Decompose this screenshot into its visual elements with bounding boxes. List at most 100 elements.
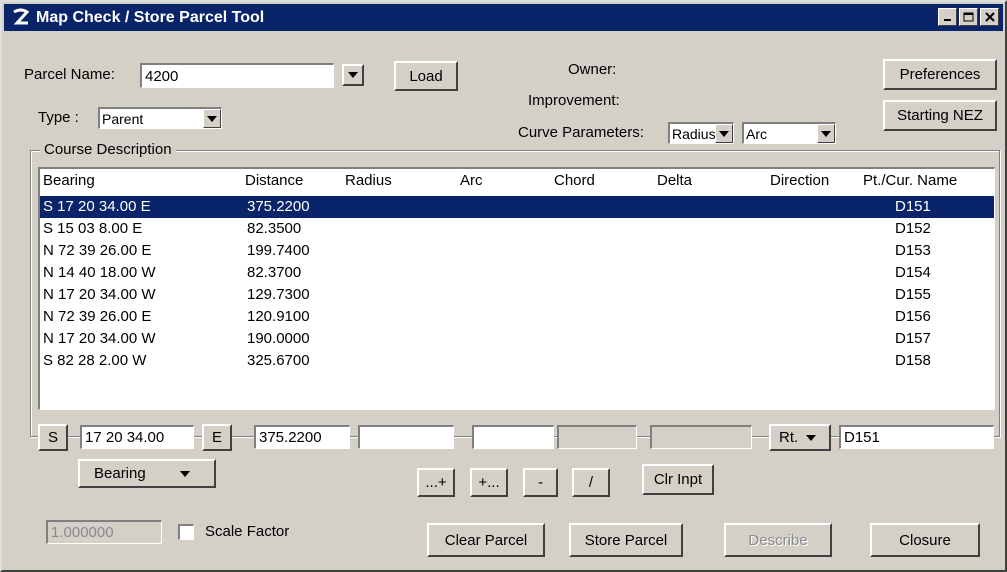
- point-name-input[interactable]: D151: [839, 425, 994, 449]
- row-distance: 375.2200: [247, 198, 310, 215]
- curve-param2-dropdown-button[interactable]: [817, 124, 835, 143]
- row-bearing: N 72 39 26.00 E: [43, 242, 152, 259]
- row-name: D153: [895, 242, 931, 259]
- column-header-arc[interactable]: Arc: [460, 172, 483, 189]
- row-bearing: S 17 20 34.00 E: [43, 198, 151, 215]
- ns-toggle-button[interactable]: S: [38, 424, 68, 451]
- column-header-chord[interactable]: Chord: [554, 172, 595, 189]
- starting-nez-button[interactable]: Starting NEZ: [883, 100, 997, 131]
- column-header-name[interactable]: Pt./Cur. Name: [863, 172, 957, 189]
- table-row[interactable]: S 17 20 34.00 E 375.2200 D151: [40, 196, 994, 218]
- type-label: Type :: [38, 109, 79, 126]
- scale-factor-label: Scale Factor: [205, 523, 290, 540]
- column-header-direction[interactable]: Direction: [770, 172, 829, 189]
- close-button[interactable]: [980, 8, 999, 26]
- delta-input: [650, 425, 752, 449]
- insert-before-button[interactable]: +...: [470, 468, 508, 497]
- row-name: D158: [895, 352, 931, 369]
- column-header-radius[interactable]: Radius: [345, 172, 392, 189]
- table-row[interactable]: N 17 20 34.00 W 129.7300 D155: [40, 284, 994, 306]
- ew-toggle-button[interactable]: E: [202, 424, 232, 451]
- bearing-mode-select[interactable]: Bearing: [78, 459, 216, 488]
- direction-select[interactable]: Rt.: [769, 424, 831, 451]
- type-select-value: Parent: [102, 110, 144, 127]
- row-bearing: N 17 20 34.00 W: [43, 330, 156, 347]
- table-row[interactable]: N 17 20 34.00 W 190.0000 D157: [40, 328, 994, 350]
- row-name: D152: [895, 220, 931, 237]
- course-list[interactable]: Bearing Distance Radius Arc Chord Delta …: [38, 167, 995, 410]
- row-name: D156: [895, 308, 931, 325]
- parcel-name-label: Parcel Name:: [24, 66, 115, 83]
- column-header-distance[interactable]: Distance: [245, 172, 303, 189]
- row-bearing: N 72 39 26.00 E: [43, 308, 152, 325]
- owner-label: Owner:: [568, 61, 617, 78]
- chevron-down-icon: [207, 115, 217, 122]
- app-logo-icon: [10, 7, 32, 29]
- scale-factor-input: 1.000000: [46, 520, 162, 544]
- row-bearing: S 15 03 8.00 E: [43, 220, 143, 237]
- curve-param1-dropdown-button[interactable]: [715, 124, 733, 143]
- table-row[interactable]: N 72 39 26.00 E 120.9100 D156: [40, 306, 994, 328]
- row-distance: 325.6700: [247, 352, 310, 369]
- close-icon: [984, 12, 995, 22]
- direction-value: Rt.: [779, 429, 799, 446]
- improvement-label: Improvement:: [528, 92, 620, 109]
- radius-input[interactable]: [358, 425, 454, 449]
- describe-button: Describe: [724, 523, 832, 557]
- row-bearing: N 14 40 18.00 W: [43, 264, 156, 281]
- type-dropdown-button[interactable]: [203, 109, 221, 128]
- row-name: D151: [895, 198, 931, 215]
- load-button[interactable]: Load: [394, 61, 458, 91]
- row-distance: 120.9100: [247, 308, 310, 325]
- parcel-name-input[interactable]: 4200: [140, 63, 334, 88]
- bearing-mode-value: Bearing: [94, 465, 146, 482]
- curve-param1-select[interactable]: Radius: [668, 122, 734, 144]
- column-header-delta[interactable]: Delta: [657, 172, 692, 189]
- closure-button[interactable]: Closure: [870, 523, 980, 557]
- row-name: D154: [895, 264, 931, 281]
- window-title: Map Check / Store Parcel Tool: [36, 8, 265, 26]
- chevron-down-icon: [719, 130, 729, 137]
- row-distance: 82.3700: [247, 264, 302, 281]
- maximize-button[interactable]: [959, 8, 978, 26]
- curve-param1-value: Radius: [672, 125, 715, 142]
- clear-parcel-button[interactable]: Clear Parcel: [427, 523, 545, 557]
- maximize-icon: [963, 12, 974, 22]
- curve-param2-value: Arc: [746, 125, 767, 142]
- parcel-name-dropdown-button[interactable]: [342, 64, 364, 86]
- chevron-down-icon: [179, 470, 190, 477]
- angle-input[interactable]: 17 20 34.00: [80, 425, 194, 449]
- curve-param2-select[interactable]: Arc: [742, 122, 836, 144]
- course-description-title: Course Description: [40, 141, 176, 158]
- delete-course-button[interactable]: -: [523, 468, 558, 497]
- table-row[interactable]: S 15 03 8.00 E 82.3500 D152: [40, 218, 994, 240]
- minimize-button[interactable]: [938, 8, 957, 26]
- row-bearing: S 82 28 2.00 W: [43, 352, 147, 369]
- title-bar[interactable]: Map Check / Store Parcel Tool: [4, 4, 1003, 31]
- minimize-icon: [943, 19, 951, 21]
- scale-factor-checkbox[interactable]: [178, 524, 194, 540]
- chord-input: [557, 425, 637, 449]
- type-select[interactable]: Parent: [98, 107, 222, 129]
- row-distance: 190.0000: [247, 330, 310, 347]
- chevron-down-icon: [348, 72, 358, 78]
- distance-input[interactable]: 375.2200: [254, 425, 350, 449]
- column-header-bearing[interactable]: Bearing: [43, 172, 95, 189]
- row-name: D155: [895, 286, 931, 303]
- chevron-down-icon: [806, 434, 817, 441]
- store-parcel-button[interactable]: Store Parcel: [569, 523, 683, 557]
- arc-input[interactable]: [472, 425, 554, 449]
- preferences-button[interactable]: Preferences: [883, 59, 997, 90]
- append-after-button[interactable]: ...+: [417, 468, 455, 497]
- course-list-header: Bearing Distance Radius Arc Chord Delta …: [40, 169, 994, 193]
- row-distance: 129.7300: [247, 286, 310, 303]
- row-distance: 82.3500: [247, 220, 302, 237]
- edit-course-button[interactable]: /: [572, 468, 610, 497]
- row-distance: 199.7400: [247, 242, 310, 259]
- table-row[interactable]: N 14 40 18.00 W 82.3700 D154: [40, 262, 994, 284]
- row-bearing: N 17 20 34.00 W: [43, 286, 156, 303]
- table-row[interactable]: N 72 39 26.00 E 199.7400 D153: [40, 240, 994, 262]
- clear-input-button[interactable]: Clr Inpt: [642, 464, 714, 495]
- table-row[interactable]: S 82 28 2.00 W 325.6700 D158: [40, 350, 994, 372]
- chevron-down-icon: [821, 130, 831, 137]
